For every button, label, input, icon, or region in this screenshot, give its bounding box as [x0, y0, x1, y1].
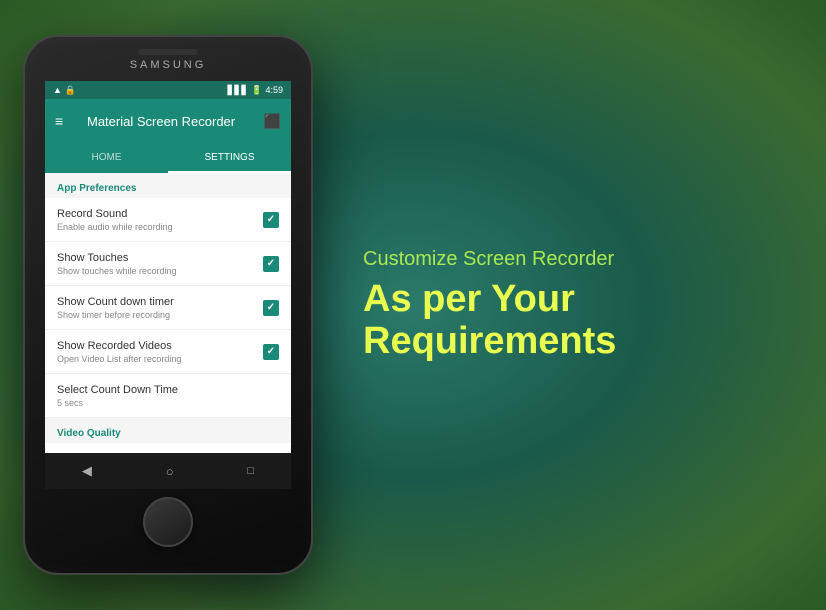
setting-subtitle-show-recorded: Open Video List after recording	[57, 354, 263, 364]
setting-subtitle-countdown-time: 5 secs	[57, 398, 279, 408]
checkbox-show-recorded[interactable]	[263, 344, 279, 360]
setting-subtitle-record-sound: Enable audio while recording	[57, 222, 263, 232]
setting-record-sound[interactable]: Record Sound Enable audio while recordin…	[45, 198, 291, 242]
back-button[interactable]: ◀	[82, 463, 92, 479]
phone-body: SAMSUNG ▲ 🔒 ▋▋▋ 🔋 4:59 ≡ Mate	[23, 35, 313, 575]
section-app-preferences: App Preferences	[45, 173, 291, 198]
setting-title-countdown-time: Select Count Down Time	[57, 384, 279, 396]
time-display: 4:59	[265, 85, 283, 95]
setting-title-countdown: Show Count down timer	[57, 296, 263, 308]
setting-title-show-touches: Show Touches	[57, 252, 263, 264]
setting-countdown-time[interactable]: Select Count Down Time 5 secs	[45, 374, 291, 418]
recents-button[interactable]: □	[247, 465, 254, 477]
checkbox-record-sound[interactable]	[263, 212, 279, 228]
status-bar: ▲ 🔒 ▋▋▋ 🔋 4:59	[45, 81, 291, 99]
setting-subtitle-countdown: Show timer before recording	[57, 310, 263, 320]
settings-content: App Preferences Record Sound Enable audi…	[45, 173, 291, 453]
checkbox-show-touches[interactable]	[263, 256, 279, 272]
app-title: Material Screen Recorder	[87, 114, 264, 129]
status-left: ▲ 🔒	[53, 85, 76, 96]
setting-title-record-sound: Record Sound	[57, 208, 263, 220]
phone-bottom	[25, 489, 311, 559]
app-tabs: HOME SETTINGS	[45, 143, 291, 173]
phone-speaker	[138, 49, 198, 55]
setting-title-show-recorded: Show Recorded Videos	[57, 340, 263, 352]
status-right: ▋▋▋ 🔋 4:59	[227, 85, 283, 96]
action-icon[interactable]: ⬛	[264, 113, 281, 130]
brand-label: SAMSUNG	[130, 59, 207, 71]
lock-icon: 🔒	[65, 85, 76, 96]
battery-icon: 🔋	[251, 85, 262, 96]
promo-line1: Customize Screen Recorder	[363, 247, 803, 271]
setting-show-touches[interactable]: Show Touches Show touches while recordin…	[45, 242, 291, 286]
bottom-nav-bar: ◀ ○ □	[45, 453, 291, 489]
setting-subtitle-show-touches: Show touches while recording	[57, 266, 263, 276]
promo-line2: As per Your Requirements	[363, 279, 803, 363]
app-toolbar: ≡ Material Screen Recorder ⬛	[45, 99, 291, 143]
phone-top: SAMSUNG	[25, 37, 311, 81]
checkbox-countdown[interactable]	[263, 300, 279, 316]
home-button-nav[interactable]: ○	[166, 464, 174, 479]
tab-settings[interactable]: SETTINGS	[168, 143, 291, 173]
main-scene: SAMSUNG ▲ 🔒 ▋▋▋ 🔋 4:59 ≡ Mate	[23, 20, 803, 590]
promo-section: Customize Screen Recorder As per Your Re…	[313, 247, 803, 363]
tab-home[interactable]: HOME	[45, 143, 168, 173]
setting-show-recorded[interactable]: Show Recorded Videos Open Video List aft…	[45, 330, 291, 374]
phone-screen: ≡ Material Screen Recorder ⬛ HOME SETTIN…	[45, 99, 291, 489]
home-button-physical[interactable]	[143, 497, 193, 547]
phone-mockup: SAMSUNG ▲ 🔒 ▋▋▋ 🔋 4:59 ≡ Mate	[23, 35, 313, 575]
menu-icon[interactable]: ≡	[55, 113, 79, 129]
signal-icon: ▋▋▋	[227, 85, 248, 96]
setting-countdown-timer[interactable]: Show Count down timer Show timer before …	[45, 286, 291, 330]
setting-video-quality[interactable]: Select Video Quality HD 720p (N/A on all…	[45, 443, 291, 453]
alert-icon: ▲	[53, 85, 62, 95]
section-video-quality: Video Quality	[45, 418, 291, 443]
